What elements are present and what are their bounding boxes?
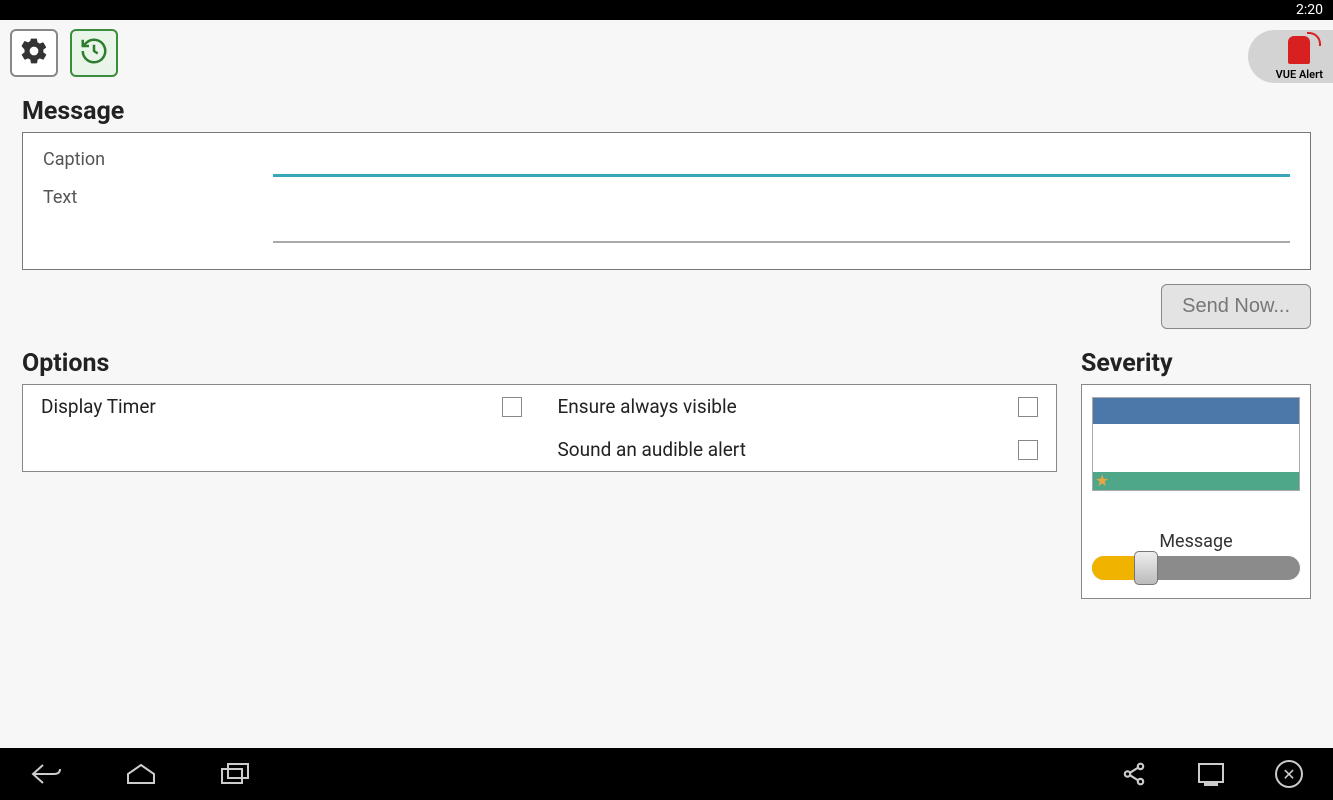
message-panel: Caption Text [22,132,1311,270]
severity-section-title: Severity [1081,349,1311,378]
recent-apps-button[interactable] [218,761,252,787]
logo-label: VUE Alert [1276,68,1323,81]
star-icon: ★ [1095,473,1111,489]
ensure-visible-checkbox[interactable] [1018,397,1038,417]
display-timer-checkbox[interactable] [502,397,522,417]
severity-panel: ★ Message [1081,384,1311,599]
home-button[interactable] [124,761,158,787]
close-button[interactable]: ✕ [1275,760,1303,788]
text-input[interactable] [273,187,1290,243]
share-button[interactable] [1121,761,1147,787]
text-label: Text [43,187,273,243]
sound-alert-checkbox[interactable] [1018,440,1038,460]
options-panel: Display Timer Ensure always visible Soun… [22,384,1057,472]
app-logo: VUE Alert [1248,30,1333,83]
android-nav-bar: ✕ [0,748,1333,800]
message-section-title: Message [22,97,1311,126]
caption-label: Caption [43,149,273,177]
settings-button[interactable] [10,29,58,77]
status-time: 2:20 [1296,2,1323,18]
app-toolbar: VUE Alert [0,20,1333,85]
send-now-button[interactable]: Send Now... [1161,284,1311,329]
android-status-bar: 2:20 [0,0,1333,20]
history-icon [79,36,109,70]
close-icon: ✕ [1275,760,1303,788]
sound-alert-label: Sound an audible alert [558,438,746,461]
siren-icon [1279,36,1319,66]
ensure-visible-label: Ensure always visible [558,395,737,418]
cast-button[interactable] [1197,762,1225,786]
slider-thumb[interactable] [1134,551,1158,585]
history-button[interactable] [70,29,118,77]
main-content: Message Caption Text Send Now... Options… [0,85,1333,748]
severity-preview: ★ [1092,397,1300,491]
severity-slider[interactable] [1092,556,1300,580]
gear-icon [19,36,49,70]
caption-input[interactable] [273,149,1290,177]
display-timer-label: Display Timer [41,395,156,418]
severity-slider-label: Message [1159,531,1232,552]
options-section-title: Options [22,349,1057,378]
back-button[interactable] [30,761,64,787]
